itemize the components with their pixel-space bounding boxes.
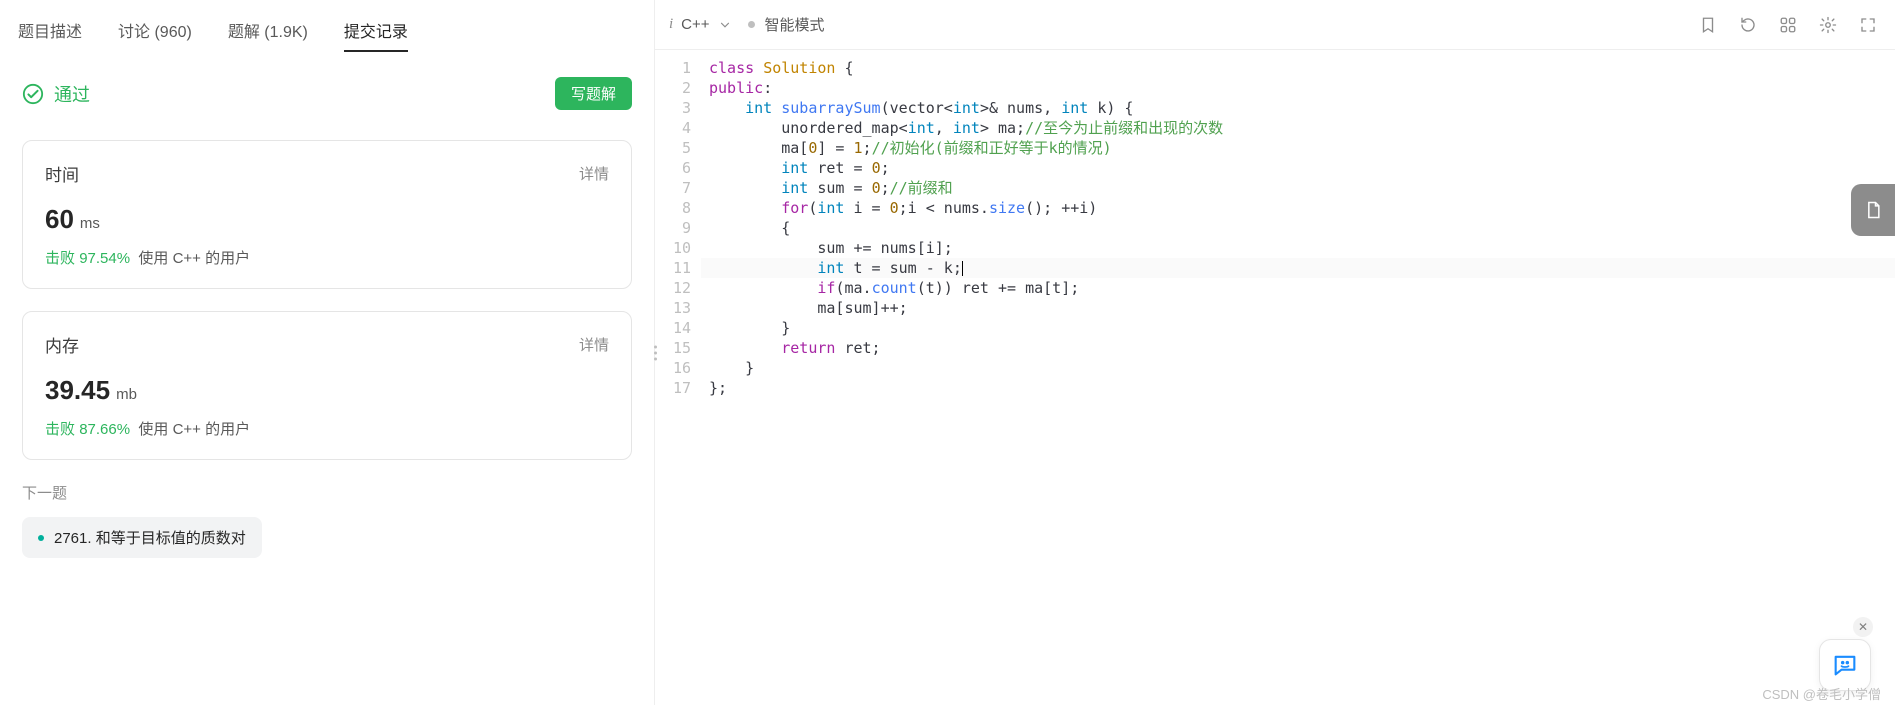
left-panel: 题目描述 讨论 (960) 题解 (1.9K) 提交记录 通过 写题解 时间 详…: [0, 0, 655, 705]
next-problem-item[interactable]: 2761. 和等于目标值的质数对: [22, 517, 262, 558]
next-problem-label: 下一题: [22, 482, 632, 503]
time-metric: 60 ms: [45, 204, 609, 235]
time-beat-line: 击败 97.54% 使用 C++ 的用户: [45, 247, 609, 268]
time-card-title: 时间: [45, 161, 79, 186]
memory-card-detail-link[interactable]: 详情: [579, 334, 609, 355]
reset-button[interactable]: [1739, 16, 1757, 34]
language-select[interactable]: i C++: [669, 16, 732, 33]
write-solution-button[interactable]: 写题解: [555, 77, 632, 110]
submission-status: 通过: [22, 81, 90, 107]
tab-solutions[interactable]: 题解 (1.9K): [228, 10, 308, 52]
tabs-bar: 题目描述 讨论 (960) 题解 (1.9K) 提交记录: [0, 0, 654, 53]
chat-smile-icon: [1831, 651, 1859, 679]
memory-card: 内存 详情 39.45 mb 击败 87.66% 使用 C++ 的用户: [22, 311, 632, 460]
time-unit: ms: [80, 215, 100, 232]
tab-submissions[interactable]: 提交记录: [344, 10, 408, 52]
info-i-icon: i: [669, 16, 673, 33]
time-value: 60: [45, 204, 74, 235]
fullscreen-button[interactable]: [1859, 16, 1877, 34]
tab-description[interactable]: 题目描述: [18, 10, 82, 52]
code-editor[interactable]: 1234567891011121314151617 class Solution…: [655, 50, 1895, 705]
status-label: 通过: [54, 81, 90, 107]
mode-label: 智能模式: [765, 14, 825, 35]
chat-close-button[interactable]: ✕: [1853, 617, 1873, 637]
line-gutter: 1234567891011121314151617: [655, 50, 701, 705]
editor-mode[interactable]: 智能模式: [748, 14, 825, 35]
watermark-text: CSDN @卷毛小学僧: [1762, 684, 1881, 703]
shortcuts-button[interactable]: [1779, 16, 1797, 34]
editor-toolbar: i C++ 智能模式: [655, 0, 1895, 50]
memory-beat-line: 击败 87.66% 使用 C++ 的用户: [45, 418, 609, 439]
right-panel: i C++ 智能模式 1234567891011121314151617 cla…: [655, 0, 1895, 705]
next-problem-title: 2761. 和等于目标值的质数对: [54, 527, 246, 548]
side-drawer-button[interactable]: [1851, 184, 1895, 236]
mode-dot-icon: [748, 21, 755, 28]
chevron-down-icon: [718, 18, 732, 32]
time-card: 时间 详情 60 ms 击败 97.54% 使用 C++ 的用户: [22, 140, 632, 289]
memory-value: 39.45: [45, 375, 110, 406]
left-scroll-area[interactable]: 通过 写题解 时间 详情 60 ms 击败 97.54% 使用 C++ 的用户 …: [0, 53, 654, 705]
status-row: 通过 写题解: [22, 77, 632, 110]
language-label: C++: [681, 16, 709, 33]
document-icon: [1863, 199, 1883, 221]
difficulty-dot-icon: [38, 535, 44, 541]
tab-discussion[interactable]: 讨论 (960): [118, 10, 192, 52]
memory-metric: 39.45 mb: [45, 375, 609, 406]
check-circle-icon: [22, 83, 44, 105]
code-content[interactable]: class Solution {public: int subarraySum(…: [701, 50, 1895, 705]
bookmark-button[interactable]: [1699, 16, 1717, 34]
time-card-detail-link[interactable]: 详情: [579, 163, 609, 184]
memory-unit: mb: [116, 386, 137, 403]
settings-button[interactable]: [1819, 16, 1837, 34]
memory-card-title: 内存: [45, 332, 79, 357]
